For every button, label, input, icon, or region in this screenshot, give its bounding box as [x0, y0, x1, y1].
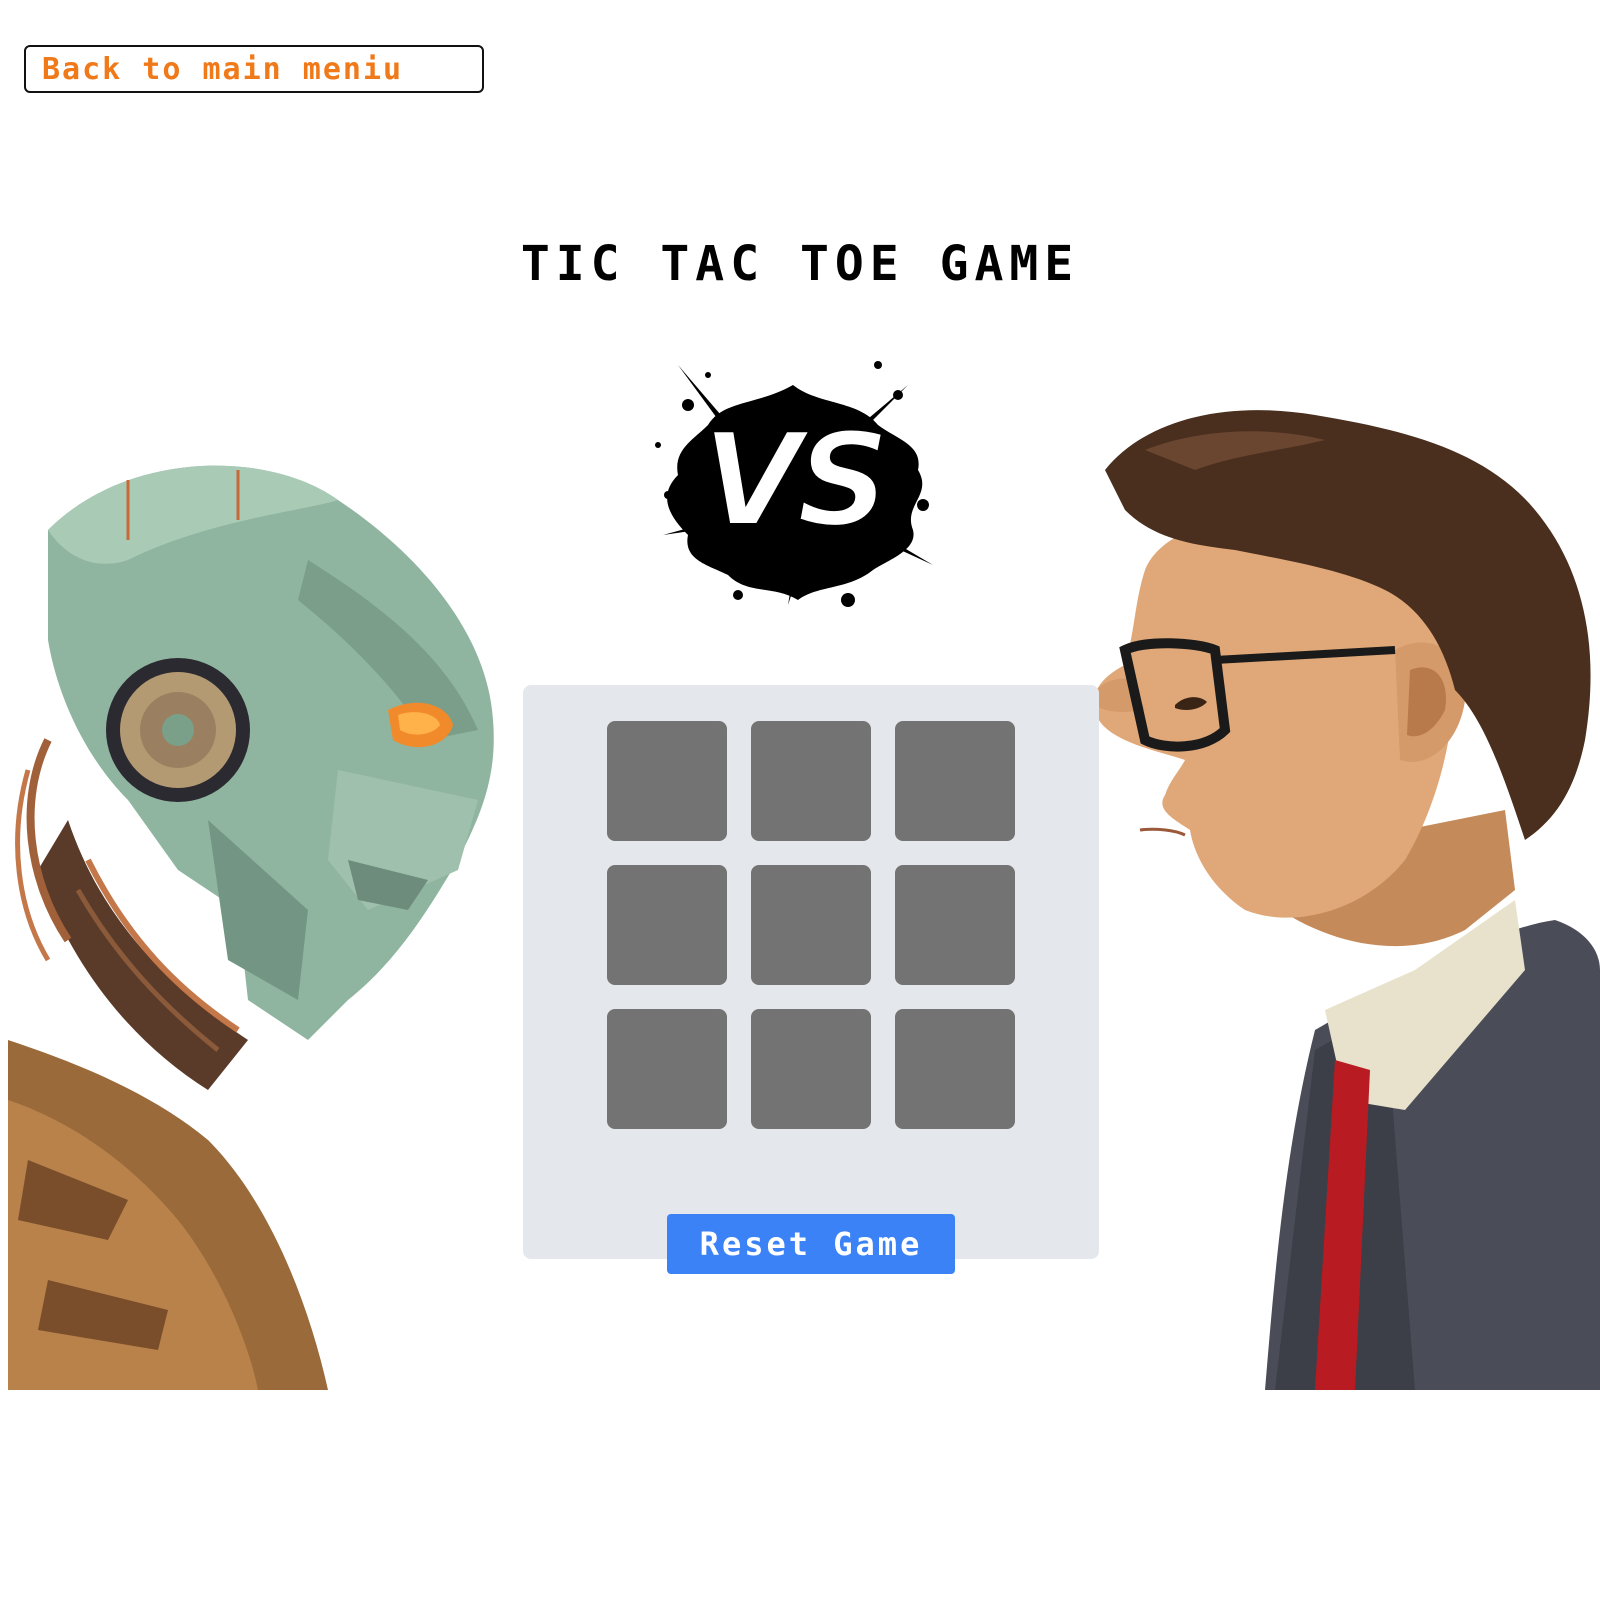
board-cell-7[interactable] [607, 1009, 727, 1129]
board-cell-3[interactable] [895, 721, 1015, 841]
vs-splash-icon: VS [648, 345, 938, 615]
board-cell-5[interactable] [751, 865, 871, 985]
robot-portrait-icon [8, 440, 508, 1390]
vs-label: VS [700, 402, 892, 558]
board-cell-9[interactable] [895, 1009, 1015, 1129]
game-board-panel [523, 685, 1099, 1259]
board-grid [607, 721, 1015, 1129]
reset-game-button[interactable]: Reset Game [667, 1214, 955, 1274]
board-cell-4[interactable] [607, 865, 727, 985]
board-cell-2[interactable] [751, 721, 871, 841]
page-title: TIC TAC TOE GAME [520, 236, 1080, 292]
human-portrait-icon [1085, 410, 1600, 1390]
back-to-menu-button[interactable]: Back to main meniu [24, 45, 484, 93]
board-cell-1[interactable] [607, 721, 727, 841]
board-cell-8[interactable] [751, 1009, 871, 1129]
board-cell-6[interactable] [895, 865, 1015, 985]
